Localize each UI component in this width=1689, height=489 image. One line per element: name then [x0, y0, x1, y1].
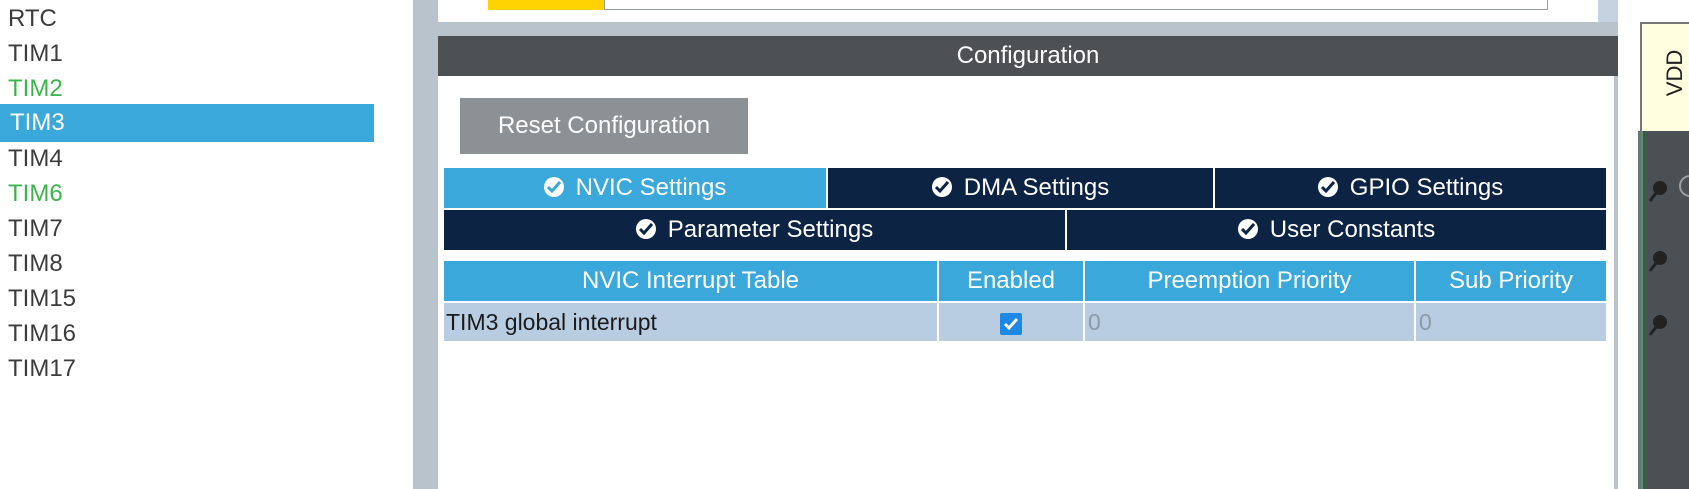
enabled-checkbox[interactable] — [1000, 312, 1022, 335]
peripheral-item-tim15[interactable]: TIM15 — [0, 280, 374, 318]
peripheral-list: RTC TIM1 TIM2 TIM3 TIM4 TIM6 TIM7 TIM8 T… — [0, 0, 380, 489]
mode-field[interactable] — [604, 0, 1548, 10]
configuration-header: Configuration — [438, 36, 1618, 76]
tab-label: NVIC Settings — [575, 174, 727, 201]
tab-label: Parameter Settings — [667, 216, 874, 243]
tab-label: User Constants — [1269, 216, 1436, 243]
tab-label: DMA Settings — [963, 174, 1110, 201]
panel-splitter[interactable] — [413, 0, 438, 489]
check-circle-icon — [931, 176, 952, 197]
pin1-marker — [1679, 175, 1689, 197]
mode-panel-remnant — [438, 0, 1618, 22]
table-row-interrupt-name: TIM3 global interrupt — [444, 303, 937, 341]
peripheral-item-tim17[interactable]: TIM17 — [0, 350, 374, 388]
peripheral-item-tim3[interactable]: TIM3 — [0, 104, 374, 142]
mcu-chip-body — [1638, 131, 1689, 489]
tab-nvic-settings[interactable]: NVIC Settings — [444, 168, 826, 208]
check-circle-icon — [1237, 218, 1258, 239]
table-row-enabled-cell — [939, 303, 1083, 341]
mcu-pinout-view: VDD — [1618, 0, 1689, 489]
column-header-sub-priority: Sub Priority — [1416, 261, 1606, 301]
peripheral-item-rtc[interactable]: RTC — [0, 0, 374, 38]
column-header-preemption-priority: Preemption Priority — [1085, 261, 1414, 301]
configuration-body: Reset Configuration NVIC Settings DMA Se… — [438, 76, 1618, 489]
check-circle-icon — [635, 218, 656, 239]
mode-highlight — [488, 0, 604, 10]
peripheral-item-tim1[interactable]: TIM1 — [0, 35, 374, 73]
pushpin-icon[interactable] — [1646, 313, 1672, 339]
pushpin-icon[interactable] — [1646, 179, 1672, 205]
peripheral-item-tim8[interactable]: TIM8 — [0, 245, 374, 283]
sub-priority-field[interactable]: 0 — [1416, 303, 1606, 341]
pushpin-icon[interactable] — [1646, 249, 1672, 275]
check-circle-icon — [543, 176, 564, 197]
peripheral-item-tim6[interactable]: TIM6 — [0, 175, 374, 213]
check-circle-icon — [1317, 176, 1338, 197]
tab-gpio-settings[interactable]: GPIO Settings — [1215, 168, 1606, 208]
pin-label: VDD — [1662, 49, 1688, 97]
tab-dma-settings[interactable]: DMA Settings — [828, 168, 1213, 208]
configuration-panel: Configuration Reset Configuration NVIC S… — [438, 0, 1618, 489]
pin-vdd[interactable]: VDD — [1640, 22, 1689, 138]
reset-configuration-button[interactable]: Reset Configuration — [460, 98, 748, 154]
chip-edge — [1641, 131, 1643, 489]
peripheral-item-tim7[interactable]: TIM7 — [0, 210, 374, 248]
panel-divider[interactable] — [438, 22, 1618, 36]
tab-label: GPIO Settings — [1349, 174, 1504, 201]
peripheral-item-tim16[interactable]: TIM16 — [0, 315, 374, 353]
peripheral-item-tim2[interactable]: TIM2 — [0, 70, 374, 108]
preemption-priority-field[interactable]: 0 — [1085, 303, 1414, 341]
peripheral-item-tim4[interactable]: TIM4 — [0, 140, 374, 178]
tab-user-constants[interactable]: User Constants — [1067, 210, 1606, 250]
column-header-enabled: Enabled — [939, 261, 1083, 301]
mode-scrollbar[interactable] — [1598, 0, 1618, 22]
column-header-interrupt: NVIC Interrupt Table — [444, 261, 937, 301]
tab-parameter-settings[interactable]: Parameter Settings — [444, 210, 1065, 250]
